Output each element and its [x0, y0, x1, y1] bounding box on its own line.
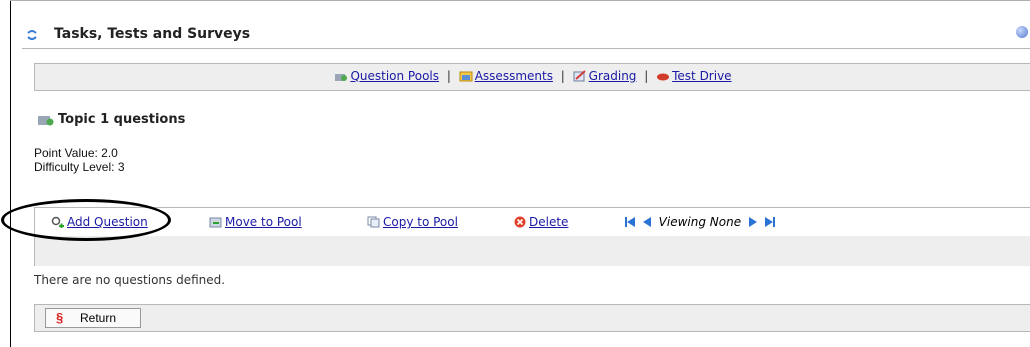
- nav-separator: |: [644, 69, 649, 83]
- tool-nav-bar: Question Pools | Assessments | Grading |…: [34, 63, 1030, 91]
- viewing-status: Viewing None: [658, 215, 742, 229]
- return-button[interactable]: § Return: [45, 308, 141, 328]
- pool-title: Topic 1 questions: [58, 112, 186, 127]
- next-page-icon[interactable]: [748, 215, 757, 229]
- add-question-link[interactable]: Add Question: [67, 215, 148, 229]
- return-label: Return: [80, 311, 117, 325]
- empty-list-message: There are no questions defined.: [34, 273, 226, 287]
- test-drive-icon: [657, 73, 670, 81]
- grading-icon: [573, 70, 586, 82]
- page-title: Tasks, Tests and Surveys: [54, 26, 251, 42]
- copy-to-pool-icon: [367, 216, 380, 228]
- question-pool-icon: [38, 116, 54, 126]
- question-list-header: [34, 236, 1030, 266]
- add-question-icon: [51, 216, 64, 228]
- assessments-icon: [459, 71, 473, 82]
- delete-action[interactable]: Delete: [513, 215, 568, 229]
- move-to-pool-action[interactable]: Move to Pool: [209, 215, 302, 229]
- nav-separator: |: [560, 69, 565, 83]
- frame-left-border: [10, 0, 11, 347]
- nav-question-pools[interactable]: Question Pools: [350, 69, 439, 83]
- question-toolbar: Add Question Move to Pool Copy to Pool D…: [34, 207, 1030, 236]
- help-icon[interactable]: [1016, 26, 1028, 38]
- previous-page-icon[interactable]: [642, 215, 651, 229]
- first-page-icon[interactable]: [625, 215, 635, 229]
- nav-grading[interactable]: Grading: [589, 69, 637, 83]
- delete-link[interactable]: Delete: [529, 215, 568, 229]
- copy-to-pool-link[interactable]: Copy to Pool: [383, 215, 458, 229]
- header-bar: Tasks, Tests and Surveys: [22, 22, 1030, 48]
- return-icon: §: [56, 310, 64, 325]
- nav-test-drive[interactable]: Test Drive: [672, 69, 731, 83]
- point-value: Point Value: 2.0: [34, 146, 118, 160]
- refresh-icon[interactable]: [26, 29, 38, 41]
- header-divider: [22, 48, 1030, 49]
- nav-separator: |: [446, 69, 451, 83]
- copy-to-pool-action[interactable]: Copy to Pool: [367, 215, 458, 229]
- bottom-action-bar: § Return: [34, 304, 1030, 332]
- nav-assessments[interactable]: Assessments: [475, 69, 553, 83]
- frame-top-border: [10, 0, 1030, 1]
- last-page-icon[interactable]: [764, 215, 775, 229]
- question-pools-icon: [335, 74, 348, 81]
- add-question-action[interactable]: Add Question: [51, 215, 148, 229]
- move-to-pool-icon: [209, 217, 222, 228]
- move-to-pool-link[interactable]: Move to Pool: [225, 215, 302, 229]
- delete-icon: [514, 216, 526, 228]
- pagination: Viewing None: [625, 215, 775, 229]
- difficulty-level: Difficulty Level: 3: [34, 160, 125, 174]
